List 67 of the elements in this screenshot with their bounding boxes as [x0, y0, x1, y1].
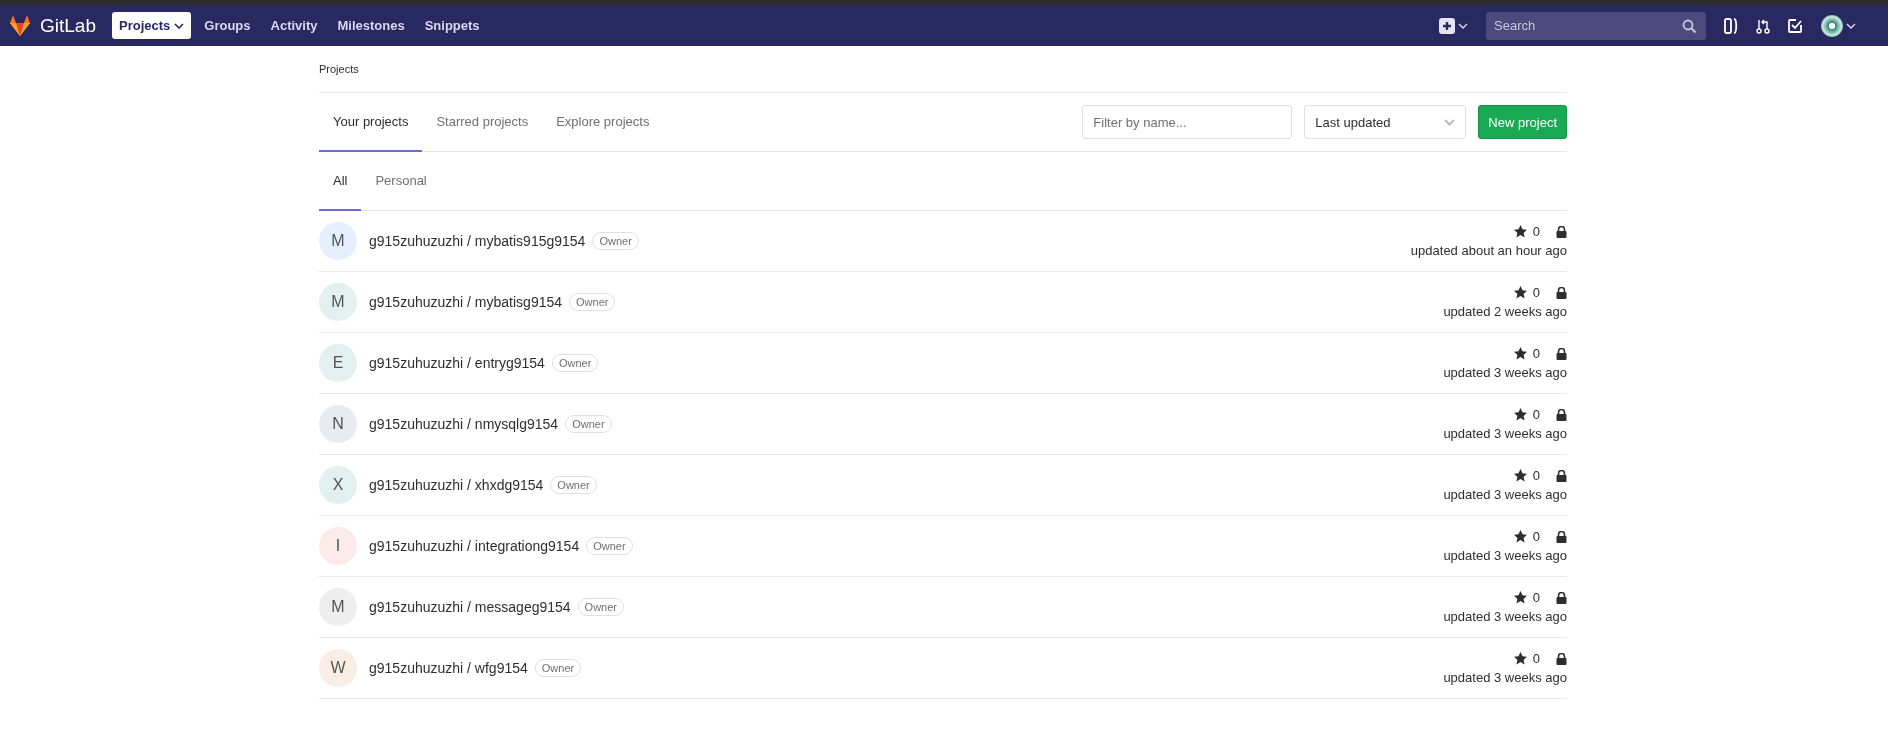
project-link[interactable]: g915zuhuzuzhi / mybatisg9154 [369, 294, 563, 310]
filter-field[interactable]: Filter by name... [1082, 105, 1293, 139]
star-count: 0 [1532, 651, 1540, 666]
project-avatar: E [319, 344, 357, 382]
project-link[interactable]: g915zuhuzuzhi / nmysqlg9154 [369, 416, 559, 432]
updated-time: updated 3 weeks ago [1443, 365, 1567, 380]
nav-link[interactable]: Activity [263, 12, 325, 39]
star-count: 0 [1532, 407, 1540, 422]
checkbox-todo-icon [1788, 18, 1803, 33]
updated-time: updated 3 weeks ago [1443, 426, 1567, 441]
project-link[interactable]: g915zuhuzuzhi / wfg9154 [369, 660, 528, 676]
chevron-down-icon [1458, 22, 1468, 29]
project-avatar: N [319, 405, 357, 443]
project-link[interactable]: g915zuhuzuzhi / mybatis915g9154 [369, 233, 586, 249]
projects-tab[interactable]: Your projects [319, 93, 423, 152]
breadcrumb-link[interactable]: Projects [319, 63, 359, 75]
star-icon [1513, 530, 1527, 543]
filter-tab[interactable]: All [319, 152, 362, 211]
updated-time: updated 3 weeks ago [1443, 548, 1567, 563]
star-icon [1513, 408, 1527, 421]
project-avatar: I [319, 527, 357, 565]
user-menu[interactable] [1821, 14, 1856, 37]
nav-link[interactable]: Groups [197, 12, 258, 39]
sidebar-panel-icon [1724, 17, 1738, 34]
project-avatar: X [319, 466, 357, 504]
star-count: 0 [1532, 224, 1540, 239]
updated-time: updated 3 weeks ago [1443, 487, 1567, 502]
avatar-icon [1821, 14, 1843, 37]
nav-link[interactable]: Milestones [330, 12, 412, 39]
projects-tab[interactable]: Starred projects [422, 93, 543, 152]
new-dropdown-button[interactable] [1439, 17, 1468, 34]
project-link[interactable]: g915zuhuzuzhi / messageg9154 [369, 599, 571, 615]
star-count: 0 [1532, 285, 1540, 300]
project-avatar: M [319, 283, 357, 321]
updated-time: updated 3 weeks ago [1443, 609, 1567, 624]
star-count: 0 [1532, 346, 1540, 361]
star-icon [1513, 347, 1527, 360]
star-count: 0 [1532, 529, 1540, 544]
nav-link[interactable]: Projects [112, 12, 192, 39]
star-count: 0 [1532, 590, 1540, 605]
search-field[interactable]: Search [1486, 11, 1706, 40]
chevron-down-icon [1444, 118, 1456, 126]
filter-tab[interactable]: Personal [361, 152, 441, 211]
projects-tab[interactable]: Explore projects [542, 93, 664, 152]
chevron-down-icon [1846, 22, 1856, 29]
project-avatar: M [319, 222, 357, 260]
brand-name: GitLab [40, 14, 96, 37]
project-link[interactable]: g915zuhuzuzhi / integrationg9154 [369, 538, 580, 554]
nav-link[interactable]: Snippets [417, 12, 487, 39]
star-icon [1513, 469, 1527, 482]
star-icon [1513, 286, 1527, 299]
star-count: 0 [1532, 468, 1540, 483]
project-link[interactable]: g915zuhuzuzhi / entryg9154 [369, 355, 545, 371]
project-avatar: M [319, 588, 357, 626]
star-icon [1513, 652, 1527, 665]
gitlab-logo[interactable]: GitLab [8, 13, 96, 38]
updated-time: updated about an hour ago [1410, 243, 1567, 258]
updated-time: updated 2 weeks ago [1443, 304, 1567, 319]
project-link[interactable]: g915zuhuzuzhi / xhxdg9154 [369, 477, 544, 493]
updated-time: updated 3 weeks ago [1443, 670, 1567, 685]
sort-dropdown[interactable]: Last updated [1304, 105, 1467, 139]
fox-logo-icon [8, 13, 32, 38]
project-avatar: W [319, 649, 357, 687]
plus-square-icon [1439, 17, 1455, 34]
star-icon [1513, 225, 1527, 238]
merge-request-icon [1756, 17, 1770, 34]
star-icon [1513, 591, 1527, 604]
